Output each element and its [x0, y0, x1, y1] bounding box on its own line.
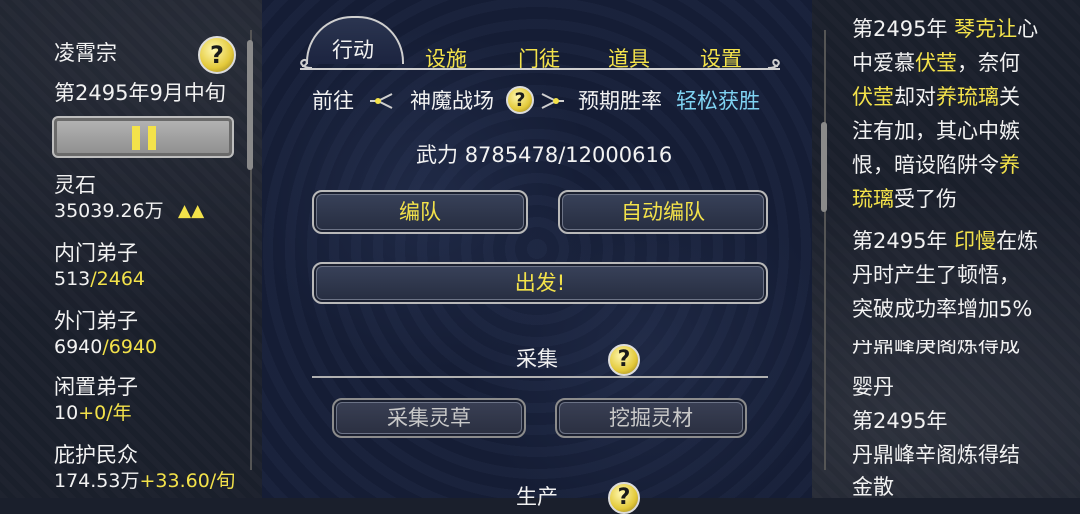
next-destination-arrow-icon[interactable] [540, 90, 568, 112]
outer-disciples-label: 外门弟子 [54, 309, 138, 333]
log-entry-4-line-1: 第2495年 [852, 409, 948, 433]
log-date: 第2495年 [852, 229, 955, 253]
left-scrollbar[interactable] [247, 40, 253, 170]
gather-herb-button[interactable]: 采集灵草 [332, 398, 526, 438]
log-text: 在炼 [996, 229, 1039, 253]
inner-max: /2464 [90, 268, 146, 290]
log-text: 心 [1017, 17, 1039, 41]
protected-people-label: 庇护民众 [54, 443, 138, 467]
log-text: 关 [999, 85, 1020, 109]
tab-facilities[interactable]: 设施 [425, 43, 467, 73]
destination-help-button[interactable]: ? [506, 86, 534, 114]
outer-max: /6940 [102, 336, 158, 358]
win-rate-value: 轻松获胜 [676, 89, 760, 113]
people-rate: +33.60/旬 [139, 470, 236, 492]
sect-name: 凌霄宗 [54, 41, 117, 65]
log-entry-1-line-4: 注有加，其心中嫉 [852, 119, 1020, 143]
log-entry-1-line-5: 恨，暗设陷阱令养 [852, 152, 1020, 178]
tab-left-ornament-icon [300, 58, 313, 69]
spirit-stone-value: 35039.26万 [54, 200, 164, 222]
sect-status-panel: 凌霄宗 ? 第2495年9月中旬 灵石 35039.26万 ▲▲ 内门弟子 51… [0, 0, 260, 498]
gather-divider [312, 376, 768, 378]
power-label: 武力 [416, 143, 458, 167]
log-entry-1-line-2: 中爱慕伏莹，奈何 [852, 50, 1020, 76]
game-date: 第2495年9月中旬 [54, 81, 226, 105]
spirit-stone-label: 灵石 [54, 173, 96, 197]
spirit-stone-trend-icon: ▲▲ [178, 201, 205, 221]
log-name: 琴克让 [954, 17, 1018, 41]
log-entry-1-line-3: 伏莹却对养琉璃关 [852, 84, 1020, 110]
log-name: 琉璃 [852, 187, 894, 211]
log-entry-4-line-2: 丹鼎峰辛阁炼得结 [852, 443, 1020, 467]
log-entry-2-line-1: 第2495年 印慢在炼 [852, 228, 1038, 254]
depart-button[interactable]: 出发! [312, 262, 768, 304]
tab-right-ornament-icon [767, 58, 780, 69]
log-name: 养琉璃 [936, 85, 999, 109]
pause-button[interactable] [52, 116, 234, 158]
log-text: 中爱慕 [852, 51, 915, 75]
log-name: 印慢 [954, 229, 997, 253]
log-entry-1-line-6: 琉璃受了伤 [852, 186, 957, 212]
log-entry-2-line-2: 丹时产生了顿悟， [852, 263, 1020, 287]
dig-material-button[interactable]: 挖掘灵材 [555, 398, 747, 438]
gather-help-button[interactable]: ? [608, 344, 640, 376]
pause-icon-bar [148, 126, 156, 150]
log-entry-2-line-3: 突破成功率增加5% [852, 297, 1033, 321]
log-entry-3-line-2: 婴丹 [852, 375, 894, 399]
log-text: 受了伤 [894, 187, 957, 211]
log-text: 丹鼎峰庚阁炼得成 [852, 340, 1020, 357]
log-entry-3-line-1: 丹鼎峰庚阁炼得成 [852, 340, 1020, 360]
idle-value: 10 [54, 402, 79, 424]
gather-section-title: 采集 [516, 347, 558, 371]
pause-icon [132, 126, 140, 150]
log-entry-4-line-3: 金散 [852, 475, 894, 499]
tab-action[interactable]: 行动 [332, 34, 374, 64]
log-text: ，奈何 [957, 51, 1020, 75]
log-date: 第2495年 [852, 17, 955, 41]
log-name: 伏莹 [915, 51, 957, 75]
produce-help-button[interactable]: ? [608, 482, 640, 514]
idle-rate: +0/年 [78, 402, 132, 424]
destination-name: 神魔战场 [410, 89, 494, 113]
produce-section-title: 生产 [516, 485, 558, 509]
outer-current: 6940 [54, 336, 103, 358]
idle-disciples-count: 10+0/年 [54, 400, 132, 426]
log-name: 养 [999, 153, 1020, 177]
formation-button[interactable]: 编队 [312, 190, 528, 234]
right-scroll-track [824, 30, 826, 470]
sect-help-button[interactable]: ? [198, 36, 236, 74]
prev-destination-arrow-icon[interactable] [366, 90, 394, 112]
outer-disciples-count: 6940/6940 [54, 334, 157, 360]
log-text: 恨，暗设陷阱令 [852, 153, 999, 177]
tab-disciples[interactable]: 门徒 [518, 43, 560, 73]
log-entry-1-line-1: 第2495年 琴克让心 [852, 16, 1038, 42]
power-value: 8785478/12000616 [464, 143, 673, 167]
tab-settings[interactable]: 设置 [700, 43, 742, 73]
people-value: 174.53万 [54, 470, 140, 492]
log-text: 却对 [894, 85, 936, 109]
auto-formation-button[interactable]: 自动编队 [558, 190, 768, 234]
protected-people-count: 174.53万+33.60/旬 [54, 468, 235, 494]
inner-disciples-label: 内门弟子 [54, 241, 138, 265]
idle-disciples-label: 闲置弟子 [54, 375, 138, 399]
goto-label: 前往 [312, 89, 354, 113]
right-scrollbar[interactable] [821, 122, 827, 212]
tab-items[interactable]: 道具 [608, 43, 650, 73]
inner-disciples-count: 513/2464 [54, 266, 145, 292]
military-power: 武力 8785478/12000616 [416, 142, 672, 168]
inner-current: 513 [54, 268, 91, 290]
win-rate-label: 预期胜率 [578, 89, 662, 113]
log-name: 伏莹 [852, 85, 894, 109]
